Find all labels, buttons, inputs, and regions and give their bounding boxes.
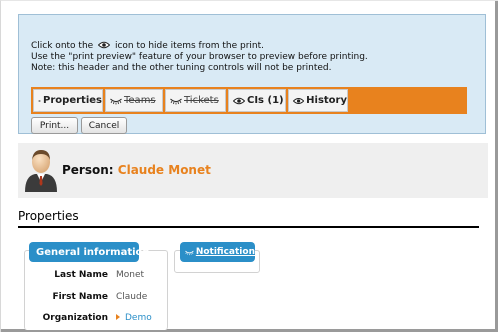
section-divider (18, 226, 479, 228)
tab-label: CIs (1) (247, 95, 284, 106)
instruction-text: icon to hide items from the print. (114, 41, 264, 51)
section-title: Properties (18, 209, 79, 223)
cancel-button[interactable]: Cancel (81, 117, 127, 134)
eye-icon[interactable] (38, 97, 42, 105)
arrow-right-icon (116, 314, 120, 320)
card-title-label: General information (36, 246, 150, 258)
last-name-value: Monet (116, 270, 145, 280)
person-name: Claude Monet (117, 163, 211, 177)
eye-closed-icon[interactable] (110, 97, 122, 105)
first-name-label: First Name (52, 292, 108, 302)
person-avatar-icon (25, 150, 57, 192)
card-title-label: Notification (195, 247, 255, 257)
tab-cis[interactable]: CIs (1) (228, 89, 286, 112)
print-tuning-header: Click onto the icon to hide items from t… (18, 14, 486, 134)
eye-closed-icon[interactable] (170, 97, 182, 105)
tab-tickets[interactable]: Tickets (165, 89, 226, 112)
instruction-line-3: Note: this header and the other tuning c… (31, 63, 332, 73)
tab-label: Tickets (184, 95, 219, 106)
organization-link[interactable]: Demo (125, 313, 152, 323)
instruction-line-1: Click onto the icon to hide items from t… (31, 41, 264, 51)
tab-bar: Properties Teams Tickets CIs (1) History (31, 87, 467, 114)
eye-closed-icon[interactable] (185, 248, 194, 257)
eye-icon (98, 41, 111, 49)
eye-icon[interactable] (293, 97, 305, 105)
instruction-text: Click onto the (31, 41, 94, 51)
notification-header[interactable]: Notification (180, 242, 255, 262)
object-class-label: Person: (62, 163, 114, 177)
first-name-value: Claude (116, 292, 148, 302)
organization-label: Organization (42, 313, 108, 323)
instruction-line-2: Use the "print preview" feature of your … (31, 52, 368, 62)
tab-properties[interactable]: Properties (33, 89, 103, 112)
tab-label: Properties (43, 95, 102, 106)
tab-label: History (306, 95, 347, 106)
general-information-header[interactable]: General information (29, 242, 150, 262)
page-title: Person: Claude Monet (62, 163, 211, 177)
print-button[interactable]: Print... (31, 117, 78, 134)
tab-label: Teams (124, 95, 156, 106)
tab-history[interactable]: History (288, 89, 348, 112)
object-banner: Person: Claude Monet (18, 143, 488, 198)
last-name-label: Last Name (54, 270, 108, 280)
eye-icon[interactable] (233, 97, 245, 105)
organization-value: Demo (116, 313, 152, 323)
tab-teams[interactable]: Teams (105, 89, 163, 112)
